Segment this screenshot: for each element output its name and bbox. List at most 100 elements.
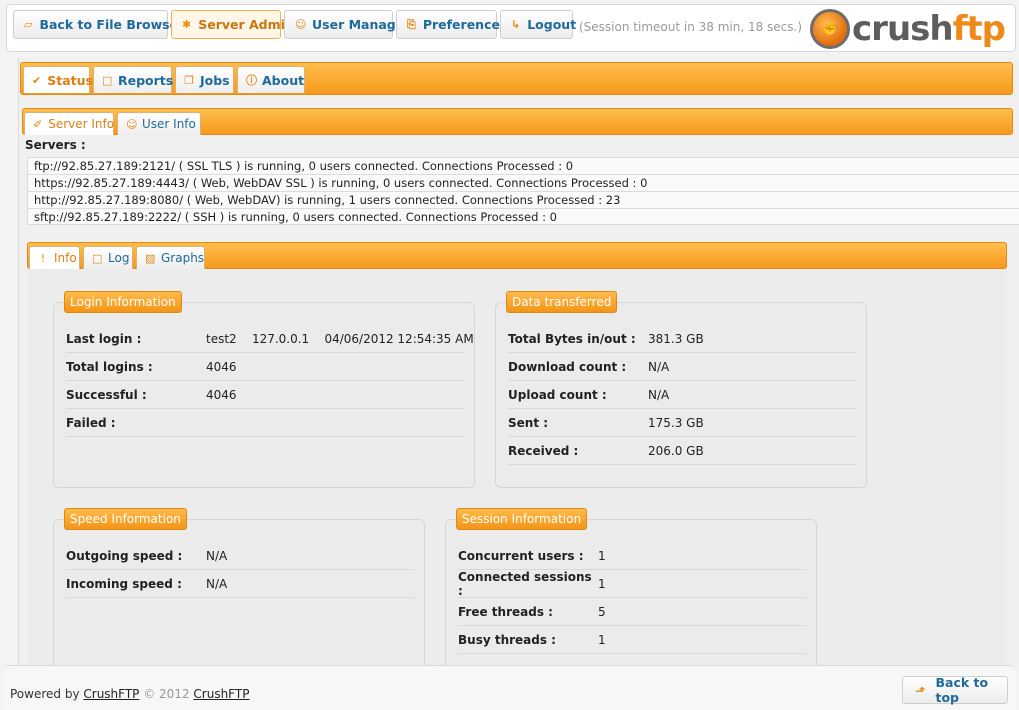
footer: Powered by CrushFTP © 2012 CrushFTP ⬏ Ba…	[4, 665, 1016, 710]
last-login-value: test2 127.0.0.1 04/06/2012 12:54:35 AM	[206, 331, 474, 346]
connected-sessions-value: 1	[598, 576, 606, 591]
outgoing-speed-row: Outgoing speed : N/A	[66, 542, 414, 570]
back-to-top-button[interactable]: ⬏ Back to top	[902, 675, 1008, 705]
back-to-file-browser-label: Back to File Browser	[39, 17, 185, 32]
tab-log-label: Log	[108, 251, 130, 265]
crushftp-link[interactable]: CrushFTP	[83, 687, 139, 701]
user-manager-button[interactable]: ☺ User Manager	[284, 10, 410, 39]
check-icon: ✔	[32, 73, 42, 87]
main-tab-bar: ✔ Status □ Reports ❐ Jobs ⓘ About	[20, 62, 1013, 95]
last-login-row: Last login : test2 127.0.0.1 04/06/2012 …	[66, 325, 474, 353]
logo-crush-text: crush	[852, 9, 954, 49]
last-login-label: Last login :	[66, 331, 142, 346]
info-tab-bar: ! Info □ Log ▨ Graphs	[27, 242, 1007, 269]
successful-logins-label: Successful :	[66, 387, 147, 402]
powered-by-label: Powered by	[10, 687, 84, 701]
server-admin-panel: ✔ Status □ Reports ❐ Jobs ⓘ About ✐ Serv…	[18, 58, 1019, 665]
logout-label: Logout	[527, 17, 577, 32]
tab-about[interactable]: ⓘ About	[237, 66, 305, 93]
tab-log[interactable]: □ Log	[83, 246, 133, 269]
servers-heading: Servers :	[25, 138, 86, 152]
tab-server-info[interactable]: ✐ Server Info	[24, 112, 114, 135]
data-transferred-legend: Data transferred	[506, 291, 618, 313]
logout-button[interactable]: ↳ Logout	[500, 10, 577, 39]
tab-info[interactable]: ! Info	[29, 246, 80, 269]
incoming-speed-row: Incoming speed : N/A	[66, 570, 414, 598]
total-logins-value: 4046	[206, 359, 237, 374]
arrow-up-icon: ⬏	[915, 682, 926, 698]
log-icon: □	[92, 251, 103, 265]
server-row-https: https://92.85.27.189:4443/ ( Web, WebDAV…	[27, 174, 1019, 191]
total-logins-row: Total logins : 4046	[66, 353, 464, 381]
tab-graphs-label: Graphs	[161, 251, 205, 265]
fist-icon: ✊	[810, 9, 851, 49]
server-row-ftp: ftp://92.85.27.189:2121/ ( SSL TLS ) is …	[27, 157, 1019, 174]
back-to-top-label: Back to top	[935, 675, 989, 705]
download-count-label: Download count :	[508, 359, 627, 374]
session-information-panel: Session Information Concurrent users : 1…	[445, 508, 817, 665]
total-bytes-row: Total Bytes in/out : 381.3 GB	[508, 325, 856, 353]
exclamation-icon: !	[40, 251, 46, 265]
received-label: Received :	[508, 443, 579, 458]
user-icon: ☺	[126, 117, 138, 131]
tab-server-info-label: Server Info	[48, 117, 115, 131]
copyright-text: © 2012	[139, 687, 194, 701]
tab-about-label: About	[262, 72, 305, 88]
tab-jobs-label: Jobs	[200, 72, 230, 88]
upload-count-value: N/A	[648, 387, 670, 402]
sent-value: 175.3 GB	[648, 415, 704, 430]
download-count-row: Download count : N/A	[508, 353, 856, 381]
tab-user-info-label: User Info	[142, 117, 196, 131]
successful-logins-row: Successful : 4046	[66, 381, 464, 409]
crushftp-logo: ✊ crushftp	[810, 7, 1006, 51]
reports-icon: □	[102, 73, 113, 87]
outgoing-speed-value: N/A	[206, 548, 228, 563]
outgoing-speed-label: Outgoing speed :	[66, 548, 183, 563]
tab-reports[interactable]: □ Reports	[93, 66, 173, 93]
powered-by-text: Powered by CrushFTP © 2012 CrushFTP	[10, 687, 249, 701]
crushftp-copyright-link[interactable]: CrushFTP	[193, 687, 249, 701]
preferences-button[interactable]: ⎘ Preferences	[396, 10, 507, 39]
graph-icon: ▨	[145, 251, 156, 265]
tab-user-info[interactable]: ☺ User Info	[117, 112, 201, 135]
login-information-legend: Login Information	[64, 291, 182, 313]
tab-info-label: Info	[54, 251, 77, 265]
user-icon: ☺	[295, 18, 307, 31]
total-bytes-value: 381.3 GB	[648, 331, 704, 346]
sent-row: Sent : 175.3 GB	[508, 409, 856, 437]
successful-logins-value: 4046	[206, 387, 237, 402]
jobs-icon: ❐	[184, 73, 194, 87]
upload-count-row: Upload count : N/A	[508, 381, 856, 409]
concurrent-users-value: 1	[598, 548, 606, 563]
wrench-icon: ✐	[33, 117, 43, 131]
server-admin-button[interactable]: ✱ Server Admin	[171, 10, 294, 39]
free-threads-label: Free threads :	[458, 604, 553, 619]
gear-icon: ✱	[182, 18, 192, 31]
free-threads-value: 5	[598, 604, 606, 619]
received-row: Received : 206.0 GB	[508, 437, 856, 465]
busy-threads-value: 1	[598, 632, 606, 647]
back-to-file-browser-button[interactable]: ▱ Back to File Browser	[13, 10, 184, 39]
info-icon: ⓘ	[246, 74, 257, 87]
info-area: ! Info □ Log ▨ Graphs Login Information …	[27, 242, 1007, 665]
connected-sessions-label: Connected sessions :	[458, 569, 592, 598]
tab-jobs[interactable]: ❐ Jobs	[175, 66, 234, 93]
server-row-http: http://92.85.27.189:8080/ ( Web, WebDAV)…	[27, 191, 1019, 208]
busy-threads-row: Busy threads : 1	[458, 626, 806, 654]
total-logins-label: Total logins :	[66, 359, 153, 374]
session-timeout-text: (Session timeout in 38 min, 18 secs.)	[579, 20, 803, 34]
connected-sessions-row: Connected sessions : 1	[458, 570, 806, 598]
concurrent-users-label: Concurrent users :	[458, 548, 584, 563]
concurrent-users-row: Concurrent users : 1	[458, 542, 806, 570]
failed-logins-row: Failed :	[66, 409, 464, 437]
session-information-legend: Session Information	[456, 508, 588, 530]
server-admin-label: Server Admin	[198, 17, 294, 32]
sent-label: Sent :	[508, 415, 549, 430]
preferences-icon: ⎘	[407, 17, 416, 31]
upload-count-label: Upload count :	[508, 387, 607, 402]
tab-graphs[interactable]: ▨ Graphs	[136, 246, 205, 269]
logo-wordmark: crushftp	[852, 9, 1006, 49]
server-list: ftp://92.85.27.189:2121/ ( SSL TLS ) is …	[27, 157, 1019, 225]
tab-status[interactable]: ✔ Status	[23, 66, 93, 93]
free-threads-row: Free threads : 5	[458, 598, 806, 626]
